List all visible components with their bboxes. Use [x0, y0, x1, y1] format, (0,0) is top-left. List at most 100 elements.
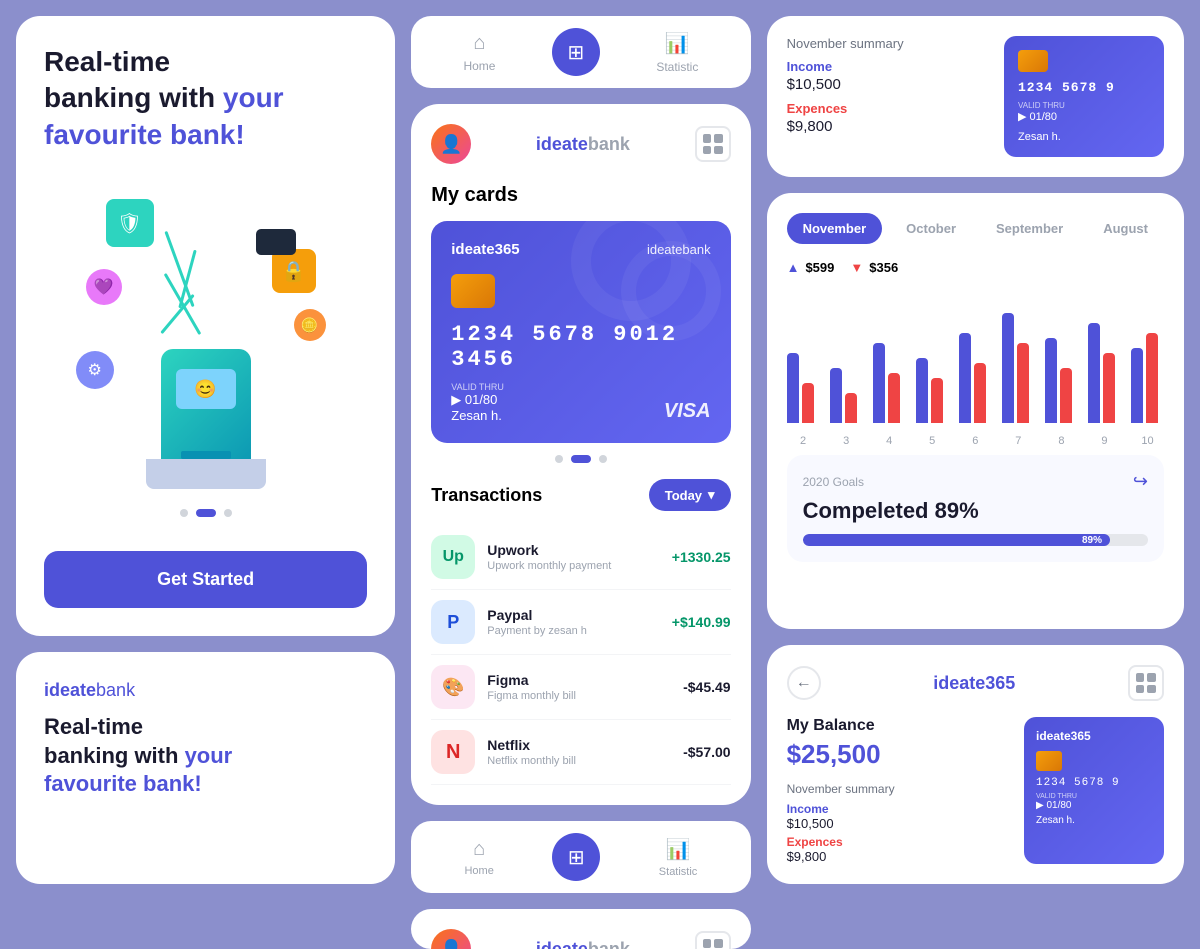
txn-sub-figma: Figma monthly bill	[487, 690, 671, 702]
bottom-nav-statistic[interactable]: 📊 Statistic	[659, 837, 698, 878]
goals-exit-icon[interactable]: ↪	[1133, 471, 1148, 492]
chart-group-6	[959, 333, 992, 423]
mini-card-date: ▶ 01/80	[1018, 110, 1150, 123]
tab-september[interactable]: September	[980, 213, 1079, 244]
bottom-nav-scan[interactable]: ⊞	[552, 833, 600, 881]
chart-label-6: 6	[959, 435, 992, 447]
txn-amount-upwork: +1330.25	[672, 549, 731, 565]
balance-info: My Balance $25,500 November summary Inco…	[787, 717, 1008, 864]
chart-group-5	[916, 358, 949, 423]
txn-name-netflix: Netflix	[487, 737, 671, 753]
mini-credit-card[interactable]: 1234 5678 9 VALID THRU ▶ 01/80 Zesan h.	[1004, 36, 1164, 157]
expense-arrow-icon: ▼	[850, 260, 863, 275]
bar-red-6	[974, 363, 986, 423]
bottom-nav: ⌂ Home ⊞ 📊 Statistic	[411, 821, 750, 893]
transaction-upwork[interactable]: Up Upwork Upwork monthly payment +1330.2…	[431, 525, 730, 590]
card-dot-2[interactable]	[571, 455, 591, 463]
bar-blue-2	[787, 353, 799, 423]
bar-blue-10	[1131, 348, 1143, 423]
progress-bar-fill: 89%	[803, 534, 1110, 546]
summary-section: November summary Income $10,500 Expences…	[787, 36, 988, 157]
summary-title: November summary	[787, 36, 988, 51]
tab-october[interactable]: October	[890, 213, 972, 244]
dot-3[interactable]	[224, 509, 232, 517]
mini-card-number: 1234 5678 9	[1018, 80, 1150, 95]
bar-red-4	[888, 373, 900, 423]
bar-chart: 2345678910	[787, 287, 1164, 447]
nav-home[interactable]: ⌂ Home	[463, 32, 495, 73]
my-cards-title: My cards	[431, 184, 730, 207]
bank-logo: ideatebank	[536, 134, 630, 155]
lock-icon: 🔒	[272, 249, 316, 293]
dot-2[interactable]	[196, 509, 216, 517]
bal-expense-val: $9,800	[787, 849, 1008, 864]
balance-card: ← ideate365 My Balance $25,500 November …	[767, 645, 1184, 884]
balance-card-number: 1234 5678 9	[1036, 777, 1152, 789]
hero-title: Real-timebanking with yourfavourite bank…	[44, 44, 284, 153]
txn-name-upwork: Upwork	[487, 542, 660, 558]
bank-name-small: ideatebank	[44, 680, 367, 701]
top-nav: ⌂ Home ⊞ 📊 Statistic	[411, 16, 750, 88]
bottom-home-icon: ⌂	[473, 838, 485, 861]
gear-icon: ⚙	[76, 351, 114, 389]
bottom-scan-icon: ⊞	[568, 845, 585, 870]
chart-group-8	[1045, 338, 1078, 423]
today-filter-button[interactable]: Today ▾	[649, 479, 731, 511]
bar-red-2	[802, 383, 814, 423]
dot-1[interactable]	[180, 509, 188, 517]
balance-grid-icon[interactable]	[1128, 665, 1164, 701]
get-started-button[interactable]: Get Started	[44, 551, 367, 608]
bottom-hero-card: ideatebank Real-timebanking with yourfav…	[16, 652, 395, 884]
hero-title-small: Real-timebanking with yourfavourite bank…	[44, 713, 367, 799]
bar-red-5	[931, 378, 943, 423]
transaction-figma[interactable]: 🎨 Figma Figma monthly bill -$45.49	[431, 655, 730, 720]
chart-group-4	[873, 343, 906, 423]
txn-name-paypal: Paypal	[487, 607, 660, 623]
card-dot-1[interactable]	[555, 455, 563, 463]
heart-icon: 💜	[86, 269, 122, 305]
summary-card: November summary Income $10,500 Expences…	[767, 16, 1184, 177]
avatar[interactable]: 👤	[431, 124, 471, 164]
chart-label-10: 10	[1131, 435, 1164, 447]
bottom-statistic-icon: 📊	[666, 837, 691, 862]
partial-bottom-card: 👤 ideatebank	[411, 909, 750, 949]
partial-bank-logo: ideatebank	[536, 939, 630, 949]
balance-bank-logo: ideate365	[933, 673, 1015, 694]
back-button[interactable]: ←	[787, 666, 821, 700]
txn-amount-figma: -$45.49	[683, 679, 730, 695]
credit-card[interactable]: ideate365 ideatebank 1234 5678 9012 3456…	[431, 221, 730, 443]
nav-scan[interactable]: ⊞	[552, 28, 600, 76]
chart-group-9	[1088, 323, 1121, 423]
chart-label-3: 3	[830, 435, 863, 447]
my-balance-label: My Balance	[787, 717, 1008, 735]
progress-label: 89%	[1082, 535, 1102, 546]
balance-card-chip	[1036, 751, 1062, 771]
chart-label-7: 7	[1002, 435, 1035, 447]
income-label: Income	[787, 59, 988, 74]
bar-blue-5	[916, 358, 928, 423]
txn-sub-upwork: Upwork monthly payment	[487, 560, 660, 572]
goals-percentage: Compeleted 89%	[803, 498, 1148, 524]
tab-november[interactable]: November	[787, 213, 883, 244]
chart-x-labels: 2345678910	[787, 435, 1164, 447]
txn-amount-netflix: -$57.00	[683, 744, 730, 760]
partial-app-header: 👤 ideatebank	[431, 929, 730, 949]
nav-statistic[interactable]: 📊 Statistic	[656, 31, 698, 74]
income-value: $10,500	[787, 76, 988, 93]
tab-august[interactable]: August	[1087, 213, 1164, 244]
partial-avatar: 👤	[431, 929, 471, 949]
hero-card: Real-timebanking with yourfavourite bank…	[16, 16, 395, 636]
card-date: ▶ 01/80	[451, 392, 504, 408]
bar-blue-4	[873, 343, 885, 423]
transaction-netflix[interactable]: N Netflix Netflix monthly bill -$57.00	[431, 720, 730, 785]
card-dot-3[interactable]	[599, 455, 607, 463]
chart-group-7	[1002, 313, 1035, 423]
balance-mini-card[interactable]: ideate365 1234 5678 9 VALID THRU ▶ 01/80…	[1024, 717, 1164, 864]
chart-label-2: 2	[787, 435, 820, 447]
transactions-header: Transactions Today ▾	[431, 479, 730, 511]
balance-card-brand: ideate365	[1036, 729, 1152, 743]
balance-card-date: ▶ 01/80	[1036, 800, 1152, 811]
transaction-paypal[interactable]: P Paypal Payment by zesan h +$140.99	[431, 590, 730, 655]
grid-menu-icon[interactable]	[695, 126, 731, 162]
bottom-nav-home[interactable]: ⌂ Home	[464, 838, 493, 877]
